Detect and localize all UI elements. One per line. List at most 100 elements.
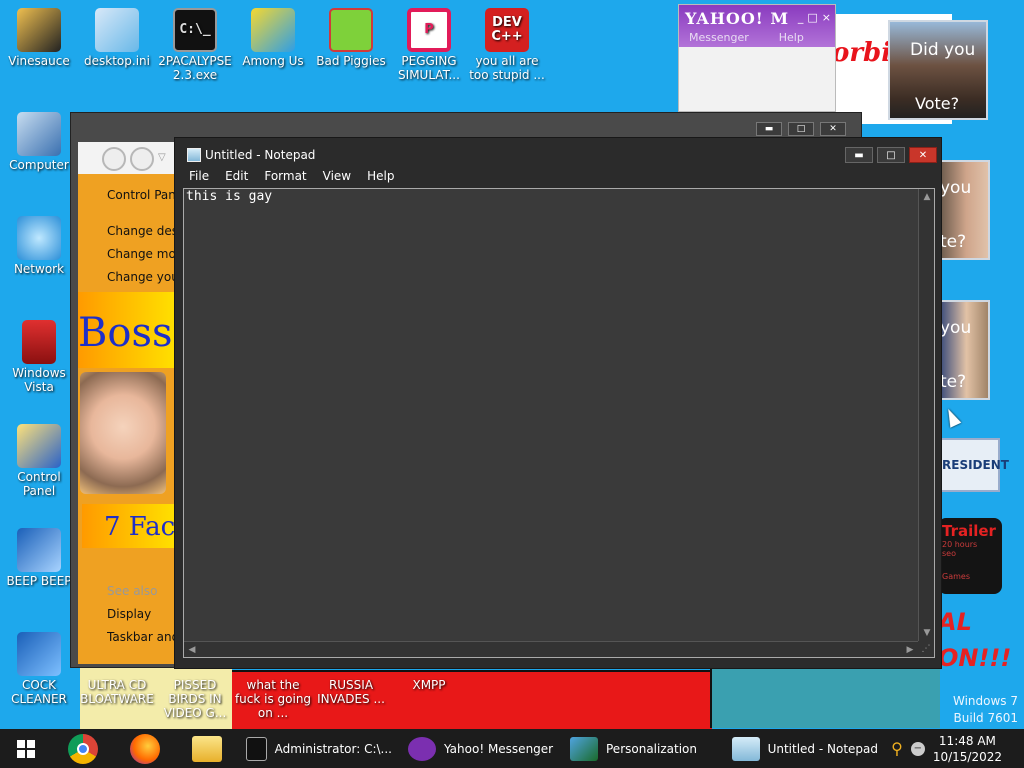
ini-file-icon: [95, 8, 139, 52]
taskbar: Administrator: C:\... Yahoo! Messenger P…: [0, 729, 1024, 768]
sidebar-link-mouse-pointers[interactable]: Change mouse pointers: [107, 247, 175, 261]
see-also-heading: See also: [107, 584, 158, 598]
scroll-left-icon[interactable]: ◀: [184, 642, 200, 658]
desktop-icon-label: ULTRA CD BLOATWARE: [80, 678, 154, 706]
desktop-icon-label: Windows Vista: [12, 366, 66, 394]
wallpaper-photo-3-caption-top: you: [940, 318, 972, 338]
desktop-icon-label: Bad Piggies: [316, 54, 386, 68]
shortcut-icon: [17, 632, 61, 676]
desktop-icon-label: Vinesauce: [8, 54, 70, 68]
wallpaper-photo-3-caption-bottom: te?: [940, 372, 967, 392]
menu-view[interactable]: View: [315, 167, 359, 187]
desktop-icon-bad-piggies[interactable]: Bad Piggies: [312, 8, 390, 68]
desktop-icon-windows-vista[interactable]: Windows Vista: [0, 320, 78, 394]
wallpaper-al-text: AL ON!!!: [938, 608, 1012, 672]
taskbar-item-personalization[interactable]: Personalization: [562, 729, 724, 768]
taskbar-item-cmd[interactable]: Administrator: C:\...: [238, 729, 400, 768]
personalization-minimize-button[interactable]: ▬: [756, 122, 782, 136]
yahoo-messenger-window[interactable]: YAHOO! M Messenger Help _ □ ×: [678, 4, 836, 112]
pinned-firefox[interactable]: [114, 729, 176, 768]
notepad-minimize-button[interactable]: ▬: [845, 147, 873, 163]
yahoo-titlebar[interactable]: YAHOO! M Messenger Help _ □ ×: [679, 5, 835, 47]
desktop-icon-label: COCK CLEANER: [11, 678, 67, 706]
wallpaper-teal-block: [710, 668, 940, 728]
desktop-icon-beep-beep[interactable]: BEEP BEEP: [0, 528, 78, 588]
taskbar-item-yahoo[interactable]: Yahoo! Messenger: [400, 729, 562, 768]
menu-edit[interactable]: Edit: [217, 167, 256, 187]
clock[interactable]: 11:48 AM 10/15/2022: [933, 733, 1002, 765]
desktop-icon-among-us[interactable]: Among Us: [234, 8, 312, 68]
notepad-maximize-button[interactable]: □: [877, 147, 905, 163]
notepad-titlebar[interactable]: Untitled - Notepad ▬ □ ✕: [175, 138, 941, 168]
sidebar-link-account-picture[interactable]: Change your account picture: [107, 270, 175, 284]
pinned-explorer[interactable]: [176, 729, 238, 768]
sidebar-link-display[interactable]: Display: [107, 607, 175, 621]
menu-help[interactable]: Help: [359, 167, 402, 187]
yahoo-maximize-button[interactable]: □: [807, 11, 817, 24]
desktop-icon-label: PISSED BIRDS IN VIDEO G...: [163, 678, 227, 720]
folder-icon: [192, 735, 222, 762]
horizontal-scrollbar[interactable]: ◀ ▶: [184, 641, 918, 657]
desktop-icon-pegging-simulator[interactable]: P PEGGING SIMULAT...: [390, 8, 468, 82]
forward-arrow-icon[interactable]: [130, 147, 154, 171]
watermark-line-2: Build 7601: [953, 711, 1018, 725]
notepad-task-icon: [732, 736, 760, 761]
pinned-chrome[interactable]: [52, 729, 114, 768]
desktop-icon-label: you all are too stupid ...: [469, 54, 545, 82]
yahoo-minimize-button[interactable]: _: [798, 11, 804, 24]
resize-grip-icon[interactable]: ⋰: [918, 641, 934, 657]
theme-banner: BossI: [78, 292, 188, 368]
scroll-right-icon[interactable]: ▶: [902, 642, 918, 658]
scroll-up-icon[interactable]: ▲: [919, 189, 935, 205]
desktop-icon-label: RUSSIA INVADES ...: [317, 678, 385, 706]
start-button[interactable]: [0, 729, 52, 768]
scroll-down-icon[interactable]: ▼: [919, 625, 935, 641]
personalization-close-button[interactable]: ✕: [820, 122, 846, 136]
shortcut-icon: [17, 528, 61, 572]
taskbar-item-notepad[interactable]: Untitled - Notepad: [724, 729, 886, 768]
back-arrow-icon[interactable]: [102, 147, 126, 171]
desktop-icon-desktop-ini[interactable]: desktop.ini: [78, 8, 156, 68]
taskbar-item-label: Administrator: C:\...: [274, 741, 392, 756]
desktop-icon-computer[interactable]: Computer: [0, 112, 78, 172]
among-us-icon: [251, 8, 295, 52]
desktop-icon-2pacalypse[interactable]: C:\_ 2PACALYPSE 2.3.exe: [156, 8, 234, 82]
menu-format[interactable]: Format: [256, 167, 314, 187]
desktop-icon-control-panel[interactable]: Control Panel: [0, 424, 78, 498]
system-tray: ⚲ − 11:48 AM 10/15/2022: [891, 729, 1024, 768]
console-app-icon: C:\_: [173, 8, 217, 52]
yahoo-close-button[interactable]: ×: [822, 11, 831, 24]
yahoo-menu-messenger[interactable]: Messenger: [689, 31, 749, 44]
dev-cpp-icon: DEV C++: [485, 8, 529, 52]
notepad-close-button[interactable]: ✕: [909, 147, 937, 163]
chevron-down-icon[interactable]: ▽: [158, 152, 166, 163]
desktop-icon-network[interactable]: Network: [0, 216, 78, 276]
personalization-maximize-button[interactable]: □: [788, 122, 814, 136]
desktop-icon-label: what the fuck is going on ...: [234, 678, 312, 720]
desktop-icon-dev-cpp[interactable]: DEV C++ you all are too stupid ...: [468, 8, 546, 82]
menu-file[interactable]: File: [181, 167, 217, 187]
search-icon[interactable]: ⚲: [891, 739, 903, 758]
notepad-text-area[interactable]: this is gay ▲ ▼ ◀ ▶ ⋰: [183, 188, 935, 658]
notepad-icon: [187, 148, 201, 162]
vertical-scrollbar[interactable]: ▲ ▼: [918, 189, 934, 641]
wallpaper-trailer-card: Trailer 20 hours seo Games: [938, 518, 1002, 594]
yahoo-menu-help[interactable]: Help: [779, 31, 804, 44]
theme-photo: [80, 372, 166, 494]
desktop-icon-cock-cleaner[interactable]: COCK CLEANER: [0, 632, 78, 706]
notepad-menubar: File Edit Format View Help: [181, 167, 935, 187]
sidebar-link-taskbar[interactable]: Taskbar and Start Menu: [107, 630, 175, 644]
desktop-icon-vinesauce[interactable]: Vinesauce: [0, 8, 78, 68]
sidebar-link-desktop-icons[interactable]: Change desktop icons: [107, 224, 175, 238]
mouse-cursor-icon: [942, 406, 962, 428]
yahoo-window-controls: _ □ ×: [798, 11, 831, 24]
notepad-window[interactable]: Untitled - Notepad ▬ □ ✕ File Edit Forma…: [174, 137, 942, 669]
personalization-window-controls: ▬ □ ✕: [756, 122, 846, 136]
wallpaper-orbit-text: orbi: [832, 38, 892, 68]
desktop-icon-label: PEGGING SIMULAT...: [398, 54, 460, 82]
notepad-content[interactable]: this is gay: [186, 189, 272, 204]
network-icon: [17, 216, 61, 260]
sidebar-link-control-panel-home[interactable]: Control Panel Home: [107, 188, 175, 202]
notification-icon[interactable]: −: [910, 741, 925, 756]
trailer-games: Games: [942, 572, 970, 581]
